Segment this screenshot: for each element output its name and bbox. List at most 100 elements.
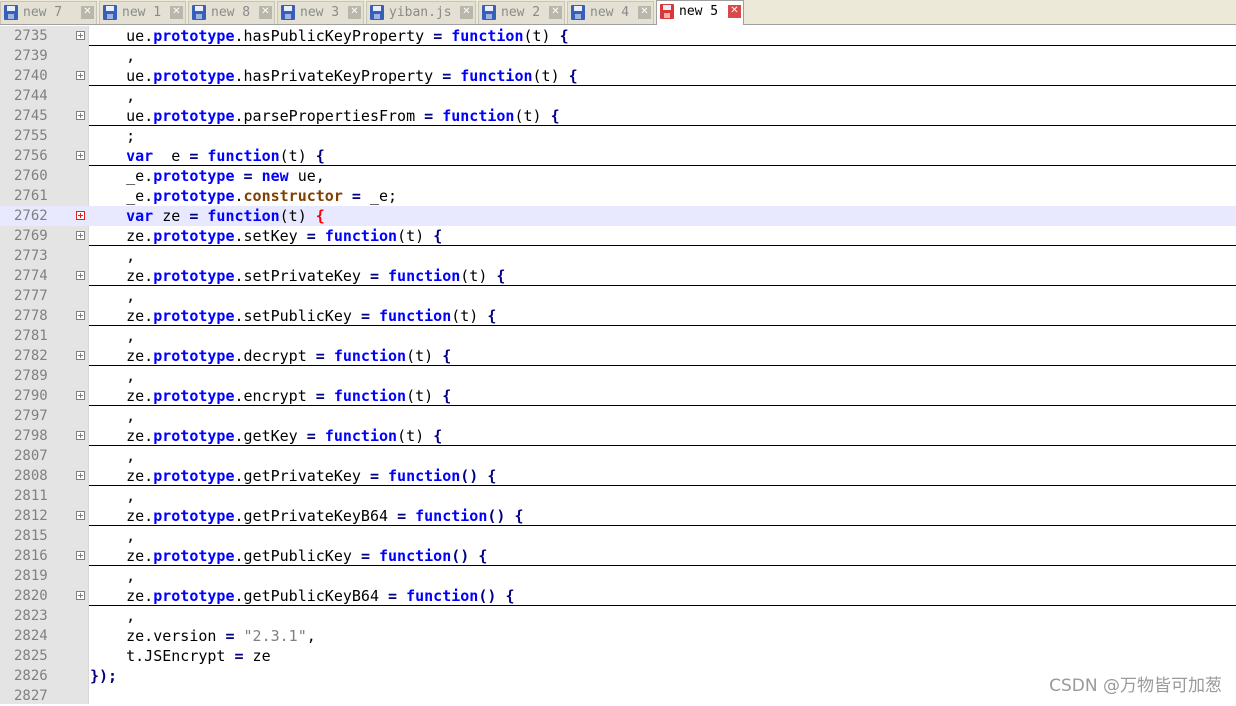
code-line[interactable]: 2824 ze.version = "2.3.1", <box>0 626 1236 646</box>
close-icon[interactable]: ✕ <box>170 6 183 19</box>
fold-expand-icon[interactable] <box>76 391 85 400</box>
code-token: _e; <box>360 187 398 205</box>
close-icon[interactable]: ✕ <box>549 6 562 19</box>
fold-expand-icon[interactable] <box>76 151 85 160</box>
code-line[interactable]: 2774 ze.prototype.setPrivateKey = functi… <box>0 266 1236 286</box>
code-token: prototype <box>153 27 235 45</box>
code-line[interactable]: 2760 _e.prototype = new ue, <box>0 166 1236 186</box>
code-line[interactable]: 2761 _e.prototype.constructor = _e; <box>0 186 1236 206</box>
fold-expand-icon[interactable] <box>76 311 85 320</box>
fold-expand-icon[interactable] <box>76 511 85 520</box>
code-line[interactable]: 2773 , <box>0 246 1236 266</box>
tab-new-1[interactable]: new 1 ✕ <box>99 1 186 24</box>
code-token: = <box>306 427 316 445</box>
close-icon[interactable]: ✕ <box>638 6 651 19</box>
code-token: { <box>550 107 560 125</box>
code-line[interactable]: 2755 ; <box>0 126 1236 146</box>
line-number: 2820 <box>14 588 48 604</box>
save-disk-icon <box>370 5 384 20</box>
fold-expand-icon[interactable] <box>76 111 85 120</box>
close-icon[interactable]: ✕ <box>259 6 272 19</box>
code-line[interactable]: 2756 var e = function(t) { <box>0 146 1236 166</box>
fold-expand-icon[interactable] <box>76 271 85 280</box>
tab-new-8[interactable]: new 8 ✕ <box>188 1 275 24</box>
code-token: { <box>496 267 506 285</box>
code-line[interactable]: 2797 , <box>0 406 1236 426</box>
code-line[interactable]: 2823 , <box>0 606 1236 626</box>
code-text: _e.prototype.constructor = _e; <box>90 187 397 205</box>
code-token: ze. <box>126 267 154 285</box>
close-icon[interactable]: ✕ <box>460 6 473 19</box>
tab-new-4[interactable]: new 4 ✕ <box>567 1 654 24</box>
tab-new-3[interactable]: new 3 ✕ <box>277 1 364 24</box>
code-line[interactable]: 2825 t.JSEncrypt = ze <box>0 646 1236 666</box>
code-line[interactable]: 2735 ue.prototype.hasPublicKeyProperty =… <box>0 26 1236 46</box>
code-token: prototype <box>153 187 235 205</box>
code-line[interactable]: 2782 ze.prototype.decrypt = function(t) … <box>0 346 1236 366</box>
code-text: ze.prototype.getPublicKeyB64 = function(… <box>90 587 514 605</box>
code-line[interactable]: 2740 ue.prototype.hasPrivateKeyProperty … <box>0 66 1236 86</box>
code-line[interactable]: 2781 , <box>0 326 1236 346</box>
fold-expand-icon[interactable] <box>76 471 85 480</box>
code-token: { <box>568 67 578 85</box>
code-line[interactable]: 2744 , <box>0 86 1236 106</box>
code-line[interactable]: 2819 , <box>0 566 1236 586</box>
code-line[interactable]: 2820 ze.prototype.getPublicKeyB64 = func… <box>0 586 1236 606</box>
fold-expand-icon[interactable] <box>76 351 85 360</box>
code-line[interactable]: 2816 ze.prototype.getPublicKey = functio… <box>0 546 1236 566</box>
close-icon[interactable]: ✕ <box>348 6 361 19</box>
fold-expand-icon[interactable] <box>76 211 85 220</box>
fold-expand-icon[interactable] <box>76 71 85 80</box>
tab-new-5[interactable]: new 5 ✕ <box>656 0 744 25</box>
tab-yiban-js[interactable]: yiban.js ✕ <box>366 1 476 24</box>
code-line[interactable]: 2762 var ze = function(t) { <box>0 206 1236 226</box>
code-line[interactable]: 2789 , <box>0 366 1236 386</box>
code-line[interactable]: 2745 ue.prototype.parsePropertiesFrom = … <box>0 106 1236 126</box>
code-token: (t) <box>523 27 560 45</box>
close-icon[interactable]: ✕ <box>728 5 741 18</box>
code-line[interactable]: 2812 ze.prototype.getPrivateKeyB64 = fun… <box>0 506 1236 526</box>
code-line[interactable]: 2815 , <box>0 526 1236 546</box>
tab-new-7[interactable]: new 7 ✕ <box>0 1 97 24</box>
code-token: .setPrivateKey <box>234 267 370 285</box>
code-token: = <box>243 167 253 185</box>
tab-label: new 8 <box>211 5 251 20</box>
code-line[interactable]: 2807 , <box>0 446 1236 466</box>
fold-expand-icon[interactable] <box>76 31 85 40</box>
code-editor[interactable]: 2735 ue.prototype.hasPublicKeyProperty =… <box>0 26 1236 704</box>
code-token: = <box>442 67 452 85</box>
code-line[interactable]: 2798 ze.prototype.getKey = function(t) { <box>0 426 1236 446</box>
code-line[interactable]: 2790 ze.prototype.encrypt = function(t) … <box>0 386 1236 406</box>
close-icon[interactable]: ✕ <box>81 6 94 19</box>
line-number: 2745 <box>14 108 48 124</box>
code-token: prototype <box>153 67 235 85</box>
code-token: prototype <box>153 547 235 565</box>
code-line[interactable]: 2769 ze.prototype.setKey = function(t) { <box>0 226 1236 246</box>
tab-label: yiban.js <box>389 5 452 20</box>
code-line[interactable]: 2778 ze.prototype.setPublicKey = functio… <box>0 306 1236 326</box>
code-line[interactable]: 2811 , <box>0 486 1236 506</box>
code-line[interactable]: 2808 ze.prototype.getPrivateKey = functi… <box>0 466 1236 486</box>
fold-expand-icon[interactable] <box>76 591 85 600</box>
fold-expand-icon[interactable] <box>76 231 85 240</box>
code-line[interactable]: 2739 , <box>0 46 1236 66</box>
code-token: var <box>126 207 154 225</box>
code-token: , <box>306 627 316 645</box>
fold-expand-icon[interactable] <box>76 431 85 440</box>
code-token: , <box>126 87 136 105</box>
watermark-text: CSDN @万物皆可加葱 <box>1049 676 1222 696</box>
tab-new-2[interactable]: new 2 ✕ <box>478 1 565 24</box>
code-token: function <box>406 587 479 605</box>
fold-expand-icon[interactable] <box>76 551 85 560</box>
code-line[interactable]: 2777 , <box>0 286 1236 306</box>
code-token: .getPrivateKeyB64 <box>234 507 398 525</box>
code-token: .setKey <box>234 227 307 245</box>
